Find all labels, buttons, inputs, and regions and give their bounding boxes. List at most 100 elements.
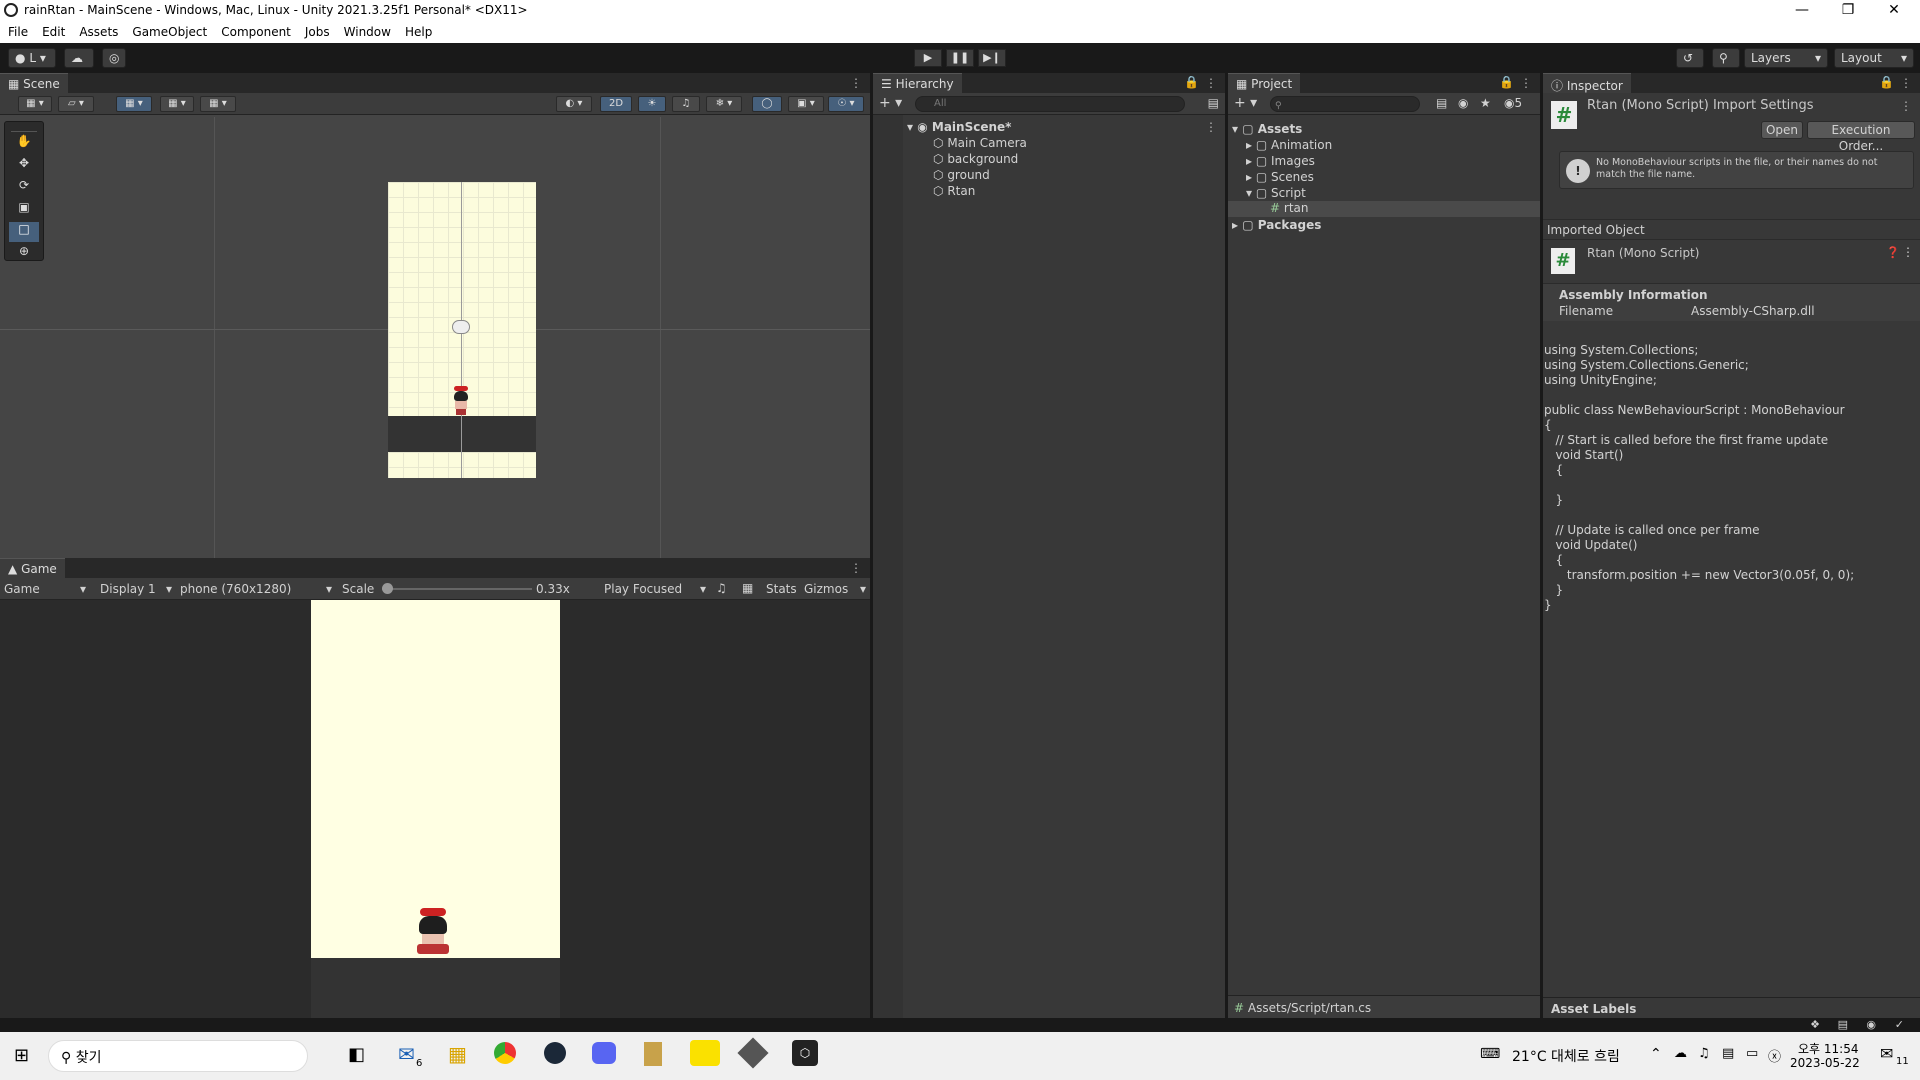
scale-slider[interactable]: [382, 588, 532, 590]
search-icon[interactable]: ⚲: [1712, 48, 1740, 68]
game-more-icon[interactable]: ⋮: [850, 561, 862, 575]
game-viewport[interactable]: [311, 600, 560, 958]
hierarchy-search-input[interactable]: All: [915, 96, 1185, 112]
file-explorer-icon[interactable]: ▦: [448, 1042, 467, 1066]
scene-camera-dropdown[interactable]: ▱ ▾: [58, 96, 94, 112]
lock-icon[interactable]: 🔒: [1184, 75, 1199, 89]
camera-settings-dropdown[interactable]: ▣ ▾: [788, 96, 824, 112]
scene-rtan-sprite[interactable]: [450, 386, 472, 416]
folder-item[interactable]: ▸ ▢ Animation: [1246, 138, 1332, 152]
game-tab[interactable]: ▲ Game: [0, 558, 65, 578]
execution-order-button[interactable]: Execution Order...: [1807, 121, 1915, 153]
menu-component[interactable]: Component: [213, 22, 297, 39]
account-dropdown[interactable]: ● L ▾: [8, 48, 56, 68]
collab-icon[interactable]: ◎: [102, 48, 126, 68]
overlay-handle[interactable]: [11, 122, 37, 132]
clock-date[interactable]: 2023-05-22: [1790, 1056, 1860, 1070]
task-view-icon[interactable]: ◧: [348, 1044, 365, 1065]
menu-jobs[interactable]: Jobs: [297, 22, 336, 39]
move-tool-icon[interactable]: ✥: [9, 156, 39, 176]
script-file-item[interactable]: # rtan: [1228, 201, 1540, 217]
gizmos-game-dropdown[interactable]: Gizmos ▾: [804, 582, 866, 596]
rotate-tool-icon[interactable]: ⟳: [9, 178, 39, 198]
battery-icon[interactable]: ▭: [1746, 1046, 1758, 1061]
chrome-icon[interactable]: [494, 1042, 516, 1064]
notification-icon[interactable]: ✉: [1880, 1044, 1893, 1063]
layers-dropdown[interactable]: Layers ▾: [1744, 48, 1828, 68]
lighting-icon[interactable]: ☀: [638, 96, 666, 112]
scale-slider-thumb[interactable]: [382, 583, 393, 594]
menu-edit[interactable]: Edit: [34, 22, 71, 39]
assets-folder[interactable]: ▾ ▢ Assets: [1232, 122, 1302, 136]
inspector-tab[interactable]: ⓘ Inspector: [1543, 73, 1631, 93]
mute-audio-icon[interactable]: ♫: [716, 581, 727, 595]
shortcut-icon[interactable]: ▦: [742, 581, 753, 595]
weather-text[interactable]: 21°C 대체로 흐림: [1512, 1046, 1620, 1066]
inspector-more-icon[interactable]: ⋮: [1900, 76, 1912, 90]
search-by-label-icon[interactable]: ◉: [1458, 96, 1468, 110]
create-asset-button[interactable]: + ▾: [1234, 95, 1257, 111]
pause-button[interactable]: ❚❚: [946, 49, 974, 67]
play-mode-dropdown[interactable]: Play Focused ▾: [604, 582, 706, 596]
menu-window[interactable]: Window: [336, 22, 397, 39]
packages-folder[interactable]: ▸ ▢ Packages: [1232, 218, 1321, 232]
network-icon[interactable]: ☁: [1674, 1046, 1687, 1061]
menu-help[interactable]: Help: [397, 22, 438, 39]
hierarchy-more-icon[interactable]: ⋮: [1205, 76, 1217, 90]
kakaotalk-icon[interactable]: [690, 1040, 720, 1066]
favorite-icon[interactable]: ★: [1480, 96, 1491, 110]
scene-ground-sprite[interactable]: [388, 416, 536, 452]
project-tab[interactable]: ▦ Project: [1228, 73, 1301, 93]
scene-menu-icon[interactable]: ⋮: [1205, 120, 1217, 134]
component-menu-icon[interactable]: ⋮: [1902, 245, 1914, 259]
progress-icon[interactable]: ◉: [1866, 1018, 1876, 1031]
step-button[interactable]: ▶❙: [978, 49, 1006, 67]
add-object-button[interactable]: + ▾: [879, 95, 902, 111]
effects-dropdown[interactable]: ❄ ▾: [706, 96, 742, 112]
folder-item[interactable]: ▾ ▢ Script: [1246, 186, 1306, 200]
layout-dropdown[interactable]: Layout ▾: [1834, 48, 1914, 68]
close-button[interactable]: ✕: [1872, 0, 1916, 22]
scene-visibility-icon[interactable]: ▤: [1208, 96, 1219, 110]
mail-icon[interactable]: ✉: [398, 1042, 415, 1066]
grid-dropdown[interactable]: ▦ ▾: [160, 96, 194, 112]
camera-gizmo-icon[interactable]: [452, 320, 470, 334]
draw-mode-dropdown[interactable]: ▦ ▾: [18, 96, 52, 112]
asset-labels-section[interactable]: Asset Labels: [1543, 997, 1920, 1018]
menu-gameobject[interactable]: GameObject: [124, 22, 213, 39]
menu-assets[interactable]: Assets: [71, 22, 124, 39]
shading-dropdown[interactable]: ◐ ▾: [556, 96, 592, 112]
project-search-input[interactable]: ⚲: [1270, 96, 1420, 112]
scene-more-icon[interactable]: ⋮: [850, 76, 862, 90]
play-button[interactable]: ▶: [914, 49, 942, 67]
cache-icon[interactable]: ▤: [1838, 1018, 1848, 1031]
rect-tool-icon[interactable]: □: [9, 222, 39, 242]
discord-icon[interactable]: [592, 1042, 616, 1064]
inspector-component-menu-icon[interactable]: ⋮: [1900, 99, 1912, 113]
search-by-type-icon[interactable]: ▤: [1436, 96, 1447, 110]
folder-item[interactable]: ▸ ▢ Scenes: [1246, 170, 1314, 184]
hierarchy-item[interactable]: ⬡ background: [933, 152, 1018, 166]
lock-icon[interactable]: 🔒: [1499, 75, 1514, 89]
history-icon[interactable]: ↺: [1676, 48, 1704, 68]
hand-tool-icon[interactable]: ✋: [9, 134, 39, 154]
folder-item[interactable]: ▸ ▢ Images: [1246, 154, 1315, 168]
increment-snap-dropdown[interactable]: ▦ ▾: [200, 96, 236, 112]
display-dropdown[interactable]: Display 1 ▾: [100, 582, 172, 596]
unity-hub-icon[interactable]: [737, 1037, 769, 1069]
display-icon[interactable]: ▤: [1722, 1046, 1734, 1061]
taskbar-search-box[interactable]: ⚲ 찾기: [48, 1040, 308, 1072]
steam-icon[interactable]: [544, 1042, 566, 1064]
bug-icon[interactable]: ❖: [1810, 1018, 1820, 1031]
hidden-objects-icon[interactable]: ◯: [752, 96, 782, 112]
unity-editor-icon[interactable]: ⬡: [792, 1040, 818, 1066]
hierarchy-item[interactable]: ⬡ ground: [933, 168, 990, 182]
app-tray-icon[interactable]: ⓧ: [1768, 1046, 1781, 1065]
audio-icon[interactable]: ♫: [672, 96, 700, 112]
hierarchy-tab[interactable]: ☰ Hierarchy: [873, 73, 962, 93]
keyboard-icon[interactable]: ⌨: [1480, 1046, 1500, 1062]
hidden-packages-icon[interactable]: ◉5: [1504, 96, 1522, 110]
transform-tool-icon[interactable]: ⊕: [9, 244, 39, 264]
help-icon[interactable]: ❓: [1886, 246, 1900, 259]
gizmos-dropdown[interactable]: ☉ ▾: [828, 96, 864, 112]
